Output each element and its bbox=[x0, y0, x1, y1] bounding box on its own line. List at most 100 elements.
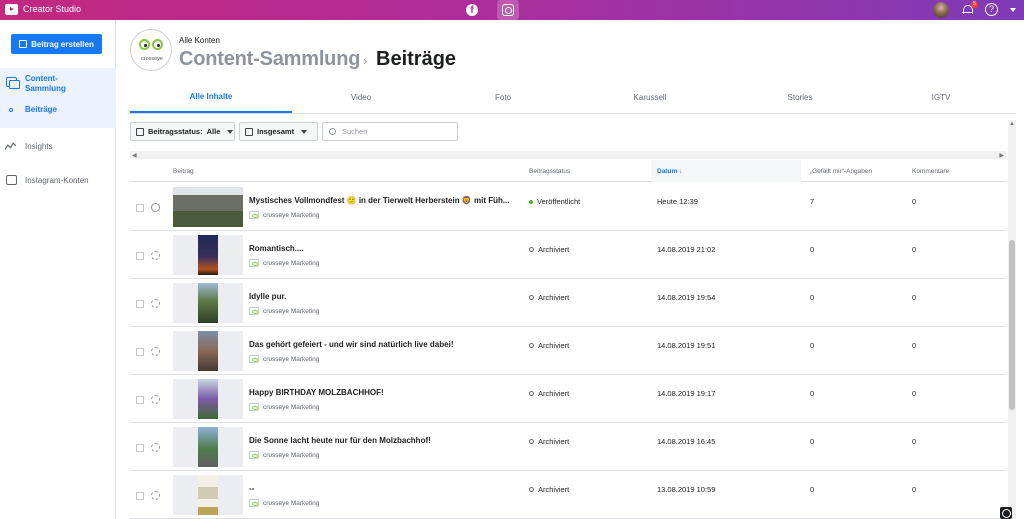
column-likes[interactable]: „Gefällt mir“-Angaben bbox=[810, 160, 872, 182]
table-row[interactable]: Das gehört gefeiert - und wir sind natür… bbox=[130, 327, 1006, 375]
post-image bbox=[198, 379, 218, 419]
post-thumbnail[interactable] bbox=[173, 235, 243, 275]
main-content: crosseye Alle Konten Content-Sammlung › … bbox=[116, 20, 1024, 519]
scrollbar-thumb[interactable] bbox=[1009, 240, 1015, 410]
row-checkbox[interactable] bbox=[136, 252, 144, 260]
page-title: Beiträge bbox=[376, 48, 457, 70]
table-header: Beitrag Beitragsstatus Datum ↓ „Gefällt … bbox=[130, 160, 1006, 182]
table-row[interactable]: Die Sonne lacht heute nur für den Molzba… bbox=[130, 423, 1006, 471]
account-scope[interactable]: Alle Konten bbox=[179, 36, 220, 45]
scroll-up-icon[interactable]: ▲ bbox=[1009, 121, 1015, 127]
tab-photo[interactable]: Foto bbox=[428, 82, 578, 113]
row-checkbox[interactable] bbox=[136, 204, 144, 212]
post-title[interactable]: Mystisches Vollmondfest 🙂 in der Tierwel… bbox=[249, 196, 510, 205]
account-name: crosseye Marketing bbox=[263, 355, 320, 363]
account-name: crosseye Marketing bbox=[263, 499, 320, 507]
sidebar-item-posts[interactable]: Beiträge bbox=[25, 105, 57, 114]
post-title[interactable]: -- bbox=[249, 484, 254, 493]
post-title[interactable]: Idylle pur. bbox=[249, 292, 286, 301]
column-comments[interactable]: Kommentare bbox=[912, 160, 949, 182]
post-title[interactable]: Romantisch.... bbox=[249, 244, 304, 253]
column-post[interactable]: Beitrag bbox=[173, 160, 194, 182]
story-type-icon bbox=[151, 251, 160, 260]
post-thumbnail[interactable] bbox=[173, 331, 243, 371]
tab-carousel[interactable]: Karussell bbox=[575, 82, 725, 113]
post-likes: 0 bbox=[810, 437, 815, 446]
post-likes: 0 bbox=[810, 341, 815, 350]
status-text: Archiviert bbox=[538, 245, 570, 254]
vertical-scrollbar[interactable]: ▲ bbox=[1008, 120, 1016, 519]
sidebar-item-insights[interactable]: Insights bbox=[25, 142, 53, 151]
archived-dot-icon bbox=[529, 487, 534, 492]
scroll-right-icon[interactable]: ▶ bbox=[999, 152, 1004, 159]
table-row[interactable]: Happy BIRTHDAY MOLZBACHHOF! crosseye Mark… bbox=[130, 375, 1006, 423]
row-checkbox[interactable] bbox=[136, 396, 144, 404]
help-icon[interactable]: ? bbox=[985, 3, 998, 16]
post-comments: 0 bbox=[912, 389, 917, 398]
content-library-icon bbox=[6, 77, 20, 89]
row-checkbox[interactable] bbox=[136, 300, 144, 308]
search-placeholder: Suchen bbox=[342, 127, 368, 136]
post-account: crosseye Marketing bbox=[249, 211, 319, 219]
scroll-left-icon[interactable]: ◀ bbox=[132, 152, 137, 159]
post-image bbox=[198, 283, 218, 323]
post-title[interactable]: Das gehört gefeiert - und wir sind natür… bbox=[249, 340, 453, 349]
table-row[interactable]: Idylle pur. crosseye Marketing Archiviert 1… bbox=[130, 279, 1006, 327]
account-logo-icon bbox=[249, 259, 259, 267]
period-filter[interactable]: Insgesamt bbox=[239, 122, 318, 141]
chevron-down-icon bbox=[227, 129, 234, 134]
table-row[interactable]: Mystisches Vollmondfest 🙂 in der Tierwel… bbox=[130, 183, 1006, 231]
tab-igtv[interactable]: IGTV bbox=[866, 82, 1016, 113]
post-thumbnail[interactable] bbox=[173, 283, 243, 323]
tab-stories[interactable]: Stories bbox=[725, 82, 875, 113]
tab-video[interactable]: Video bbox=[286, 82, 436, 113]
row-checkbox[interactable] bbox=[136, 492, 144, 500]
row-checkbox[interactable] bbox=[136, 348, 144, 356]
post-image bbox=[198, 427, 218, 467]
status-text: Archiviert bbox=[538, 485, 570, 494]
post-account: crosseye Marketing bbox=[249, 451, 319, 459]
post-thumbnail[interactable] bbox=[173, 187, 243, 227]
globe-icon[interactable] bbox=[1000, 507, 1012, 519]
content-tabs: Alle Inhalte Video Foto Karussell Storie… bbox=[130, 82, 1016, 114]
status-badge: Archiviert bbox=[529, 389, 569, 398]
post-account: crosseye Marketing bbox=[249, 403, 319, 411]
row-checkbox[interactable] bbox=[136, 444, 144, 452]
search-input[interactable]: Suchen bbox=[322, 122, 458, 141]
instagram-tab[interactable] bbox=[497, 0, 519, 20]
post-date: Heute 12:39 bbox=[657, 197, 698, 206]
post-comments: 0 bbox=[912, 437, 917, 446]
create-post-label: Beitrag erstellen bbox=[31, 39, 94, 49]
creator-studio-logo-icon bbox=[5, 4, 18, 15]
table-row[interactable]: Romantisch.... crosseye Marketing Archivie… bbox=[130, 231, 1006, 279]
chevron-down-icon bbox=[301, 129, 308, 134]
post-account: crosseye Marketing bbox=[249, 259, 319, 267]
tab-all-content[interactable]: Alle Inhalte bbox=[130, 82, 292, 113]
story-type-icon bbox=[151, 491, 160, 500]
facebook-icon[interactable]: f bbox=[466, 4, 478, 16]
post-title[interactable]: Happy BIRTHDAY MOLZBACHHOF! bbox=[249, 388, 384, 397]
breadcrumb-separator: › bbox=[363, 53, 368, 68]
brand-label: crosseye bbox=[140, 56, 163, 62]
account-menu-chevron-down-icon[interactable] bbox=[1010, 8, 1016, 12]
post-title[interactable]: Die Sonne lacht heute nur für den Molzba… bbox=[249, 436, 431, 445]
story-type-icon bbox=[151, 443, 160, 452]
archived-dot-icon bbox=[529, 295, 534, 300]
breadcrumb-content-library[interactable]: Content-Sammlung bbox=[179, 48, 360, 71]
sidebar-item-content-library[interactable]: Content-Sammlung bbox=[25, 74, 85, 94]
status-filter-value: Alle bbox=[206, 127, 221, 136]
post-thumbnail[interactable] bbox=[173, 427, 243, 467]
avatar[interactable] bbox=[933, 2, 949, 18]
create-post-button[interactable]: Beitrag erstellen bbox=[11, 34, 102, 54]
post-status-filter[interactable]: Beitragsstatus: Alle bbox=[130, 122, 235, 141]
insights-icon bbox=[5, 142, 16, 150]
post-thumbnail[interactable] bbox=[173, 475, 243, 515]
horizontal-scrollbar[interactable]: ◀ ▶ bbox=[130, 151, 1006, 159]
table-row[interactable]: -- crosseye Marketing Archiviert 13.08.2019… bbox=[130, 471, 1006, 519]
post-comments: 0 bbox=[912, 293, 917, 302]
sidebar-item-instagram-accounts[interactable]: Instagram-Konten bbox=[25, 176, 89, 185]
column-date[interactable]: Datum ↓ bbox=[651, 160, 801, 182]
status-text: Archiviert bbox=[538, 437, 570, 446]
column-status[interactable]: Beitragsstatus bbox=[529, 160, 570, 182]
post-thumbnail[interactable] bbox=[173, 379, 243, 419]
